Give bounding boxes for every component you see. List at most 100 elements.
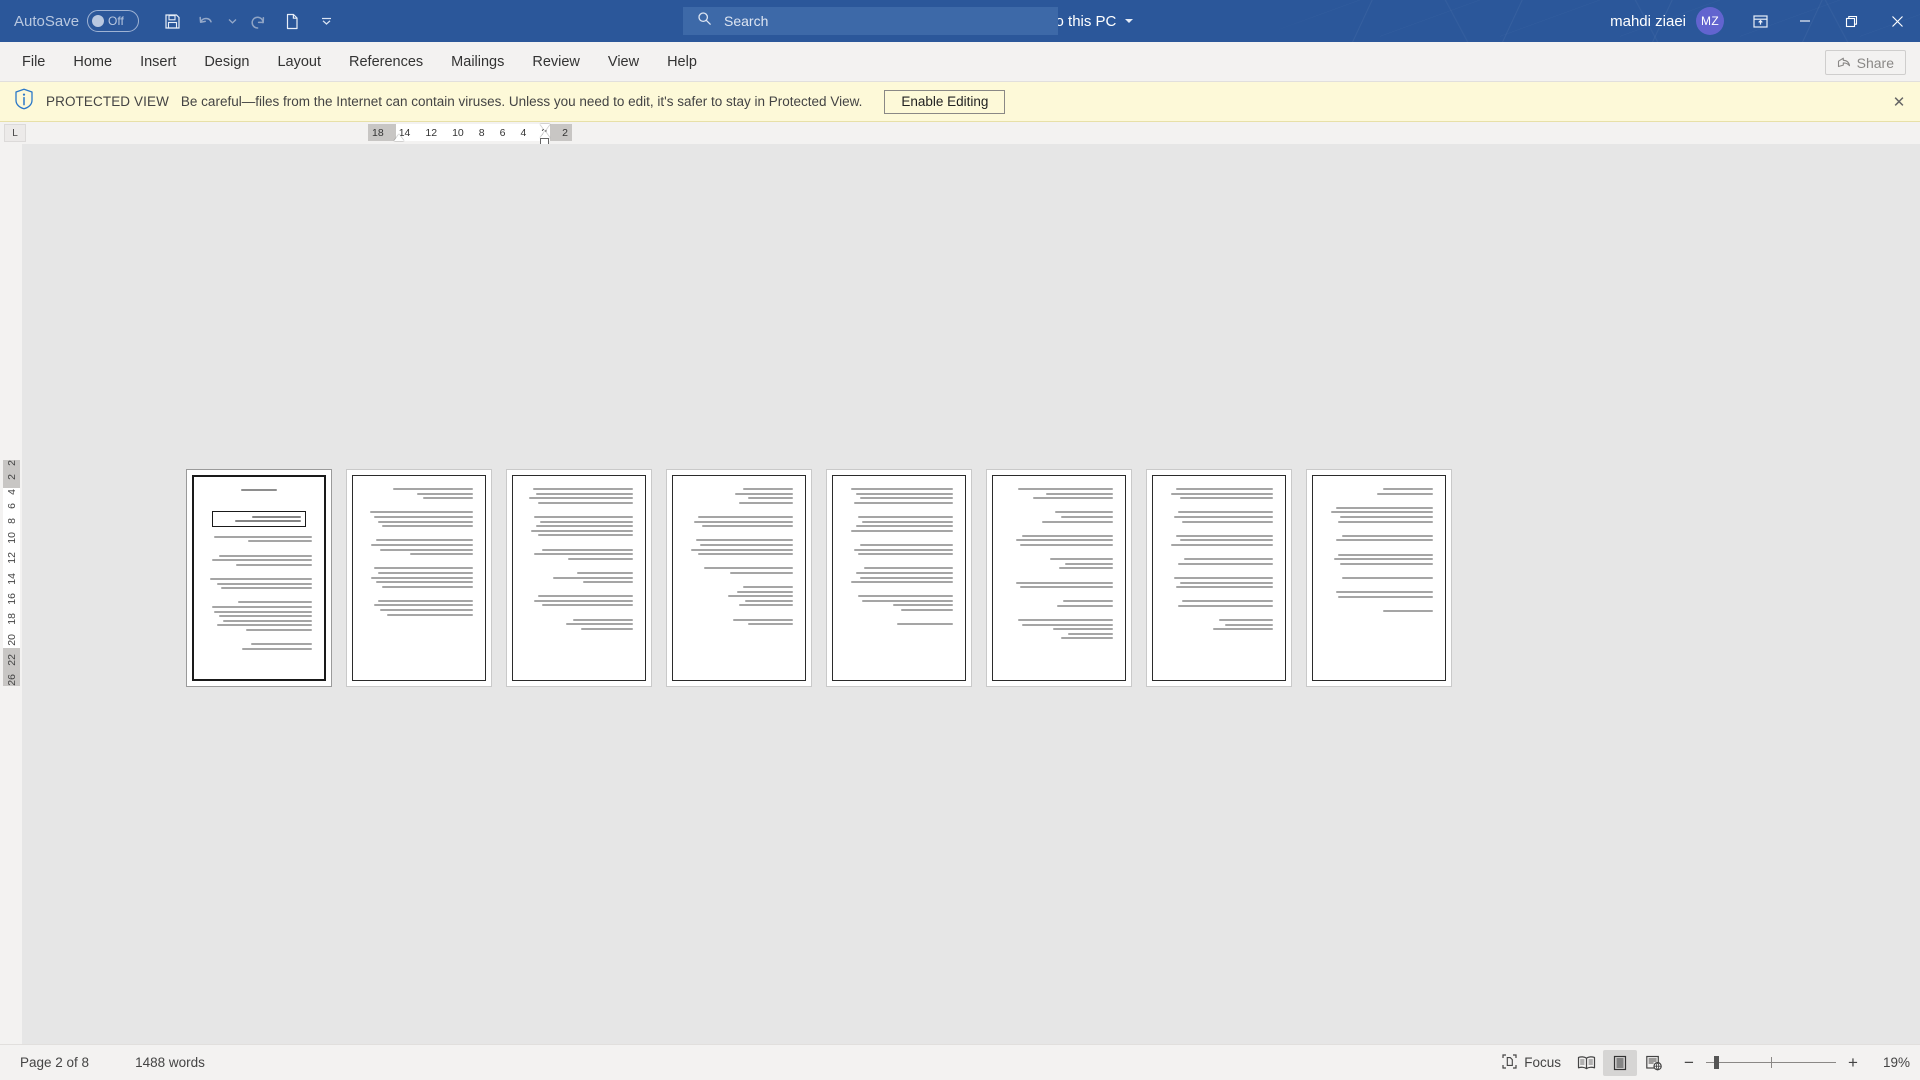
tab-help[interactable]: Help xyxy=(655,48,709,76)
text-line xyxy=(393,488,473,490)
hanging-indent-marker[interactable] xyxy=(540,124,550,131)
zoom-in-button[interactable]: + xyxy=(1845,1053,1861,1073)
document-page-3[interactable] xyxy=(506,469,652,687)
enable-editing-button[interactable]: Enable Editing xyxy=(884,89,1006,114)
text-line xyxy=(1063,600,1113,603)
text-line xyxy=(1335,591,1433,594)
minimize-icon[interactable] xyxy=(1782,0,1828,42)
tab-mailings[interactable]: Mailings xyxy=(439,48,516,76)
text-line xyxy=(240,489,278,491)
save-location-chevron-down-icon[interactable] xyxy=(1125,19,1134,23)
account-control[interactable]: mahdi ziaei MZ xyxy=(1610,7,1724,35)
first-line-indent-marker[interactable] xyxy=(394,134,404,141)
vruler-num-14: 14 xyxy=(5,572,18,585)
tab-references[interactable]: References xyxy=(337,48,435,76)
text-line xyxy=(535,525,633,528)
zoom-slider[interactable] xyxy=(1706,1056,1836,1070)
account-name: mahdi ziaei xyxy=(1610,12,1686,30)
text-line xyxy=(739,501,793,504)
document-page-7[interactable] xyxy=(1146,469,1292,687)
restore-icon[interactable] xyxy=(1828,0,1874,42)
zoom-out-button[interactable]: − xyxy=(1681,1053,1697,1073)
tab-layout[interactable]: Layout xyxy=(265,48,333,76)
tab-review[interactable]: Review xyxy=(520,48,592,76)
protected-view-badge: PROTECTED VIEW xyxy=(46,94,169,109)
vruler-num-22: 22 xyxy=(5,653,18,666)
text-line xyxy=(864,567,953,570)
text-line xyxy=(1033,497,1113,500)
text-line xyxy=(1171,492,1273,495)
horizontal-ruler[interactable]: L 18 14 12 10 8 6 4 2 2 xyxy=(0,122,1920,145)
zoom-slider-handle[interactable] xyxy=(1714,1056,1719,1069)
share-button[interactable]: Share xyxy=(1824,50,1906,75)
document-canvas[interactable]: 2 2 4 6 8 10 12 14 16 18 20 22 26 xyxy=(0,144,1920,1044)
customize-quick-access-chevron-down-icon[interactable] xyxy=(311,6,341,36)
text-line xyxy=(704,567,793,570)
ribbon-display-options-icon[interactable] xyxy=(1738,0,1782,42)
text-line xyxy=(853,548,953,551)
document-page-2[interactable] xyxy=(346,469,492,687)
avatar[interactable]: MZ xyxy=(1696,7,1724,35)
text-line xyxy=(1335,506,1433,509)
tab-insert[interactable]: Insert xyxy=(128,48,188,76)
new-document-icon[interactable] xyxy=(277,6,307,36)
view-read-mode-button[interactable] xyxy=(1569,1050,1603,1076)
page-thumbnail-strip[interactable] xyxy=(186,469,1452,687)
word-count[interactable]: 1488 words xyxy=(127,1051,213,1074)
autosave-control[interactable]: AutoSave Off xyxy=(14,10,140,32)
page-indicator[interactable]: Page 2 of 8 xyxy=(12,1051,97,1074)
text-line xyxy=(535,492,633,495)
tab-design[interactable]: Design xyxy=(192,48,261,76)
text-line xyxy=(745,599,793,602)
document-page-8[interactable] xyxy=(1306,469,1452,687)
autosave-label: AutoSave xyxy=(14,12,80,30)
left-indent-marker[interactable] xyxy=(540,131,550,138)
redo-icon[interactable] xyxy=(243,6,273,36)
document-page-5[interactable] xyxy=(826,469,972,687)
autosave-toggle[interactable]: Off xyxy=(87,10,140,32)
page-7-content xyxy=(1165,488,1273,668)
tab-home[interactable]: Home xyxy=(61,48,124,76)
save-icon[interactable] xyxy=(157,6,187,36)
text-line xyxy=(220,587,312,590)
tab-stop-selector[interactable]: L xyxy=(4,124,26,142)
text-line xyxy=(373,604,473,607)
document-page-1[interactable] xyxy=(186,469,332,687)
ruler-num-6: 6 xyxy=(499,126,506,139)
undo-icon[interactable] xyxy=(191,6,221,36)
view-web-layout-button[interactable] xyxy=(1637,1050,1671,1076)
vertical-ruler[interactable]: 2 2 4 6 8 10 12 14 16 18 20 22 26 xyxy=(0,144,22,1044)
close-icon[interactable] xyxy=(1874,0,1920,42)
text-line xyxy=(212,605,312,608)
text-line xyxy=(1337,553,1433,556)
text-line xyxy=(1041,520,1113,523)
text-line xyxy=(728,595,793,598)
text-line xyxy=(533,515,633,518)
text-line xyxy=(214,535,312,538)
tab-view[interactable]: View xyxy=(596,48,651,76)
undo-dropdown-chevron-down-icon[interactable] xyxy=(225,6,239,36)
document-page-4[interactable] xyxy=(666,469,812,687)
search-input[interactable]: Search xyxy=(683,7,1058,35)
text-line xyxy=(218,554,312,557)
text-line xyxy=(540,520,633,523)
view-print-layout-button[interactable] xyxy=(1603,1049,1637,1076)
text-line xyxy=(1337,595,1433,598)
zoom-control[interactable]: − + 19% xyxy=(1681,1053,1910,1073)
document-page-6[interactable] xyxy=(986,469,1132,687)
zoom-percentage[interactable]: 19% xyxy=(1870,1055,1910,1070)
tab-file[interactable]: File xyxy=(10,48,57,76)
text-line xyxy=(216,624,312,627)
close-icon[interactable]: ✕ xyxy=(1890,93,1908,111)
focus-icon xyxy=(1502,1053,1517,1072)
focus-mode-button[interactable]: Focus xyxy=(1494,1050,1569,1076)
text-line xyxy=(1340,515,1433,518)
